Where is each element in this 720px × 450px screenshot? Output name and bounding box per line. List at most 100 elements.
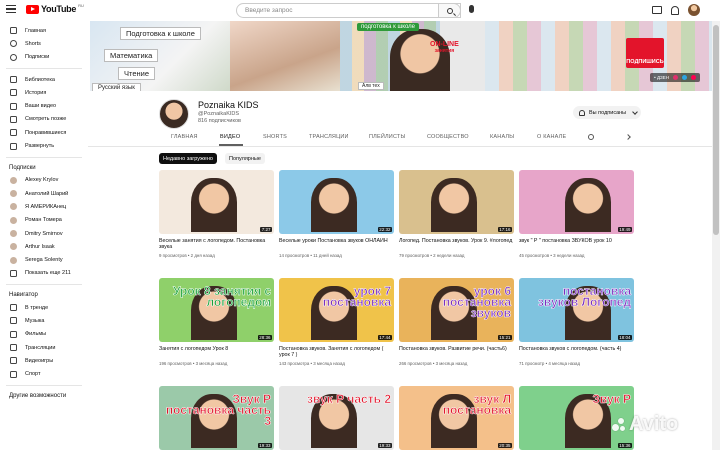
banner-links[interactable]: • ДЗЕН (650, 73, 700, 82)
search-button[interactable] (438, 3, 461, 18)
sidebar-library-2[interactable]: Ваши видео (0, 99, 88, 112)
banner-portrait (390, 29, 450, 91)
notifications-icon[interactable] (671, 5, 679, 15)
sidebar-nav-2[interactable]: Фильмы (0, 328, 88, 341)
sidebar-subscription-label: Я АМЕРИКАнец (25, 203, 67, 210)
video-card[interactable]: Урок 8 занятия с логопедом 28:36 Занятия с… (159, 278, 274, 366)
sidebar-nav-4[interactable]: Видеоигры (0, 354, 88, 367)
avito-text: Avito (629, 413, 679, 435)
video-thumbnail[interactable]: 17:16 (399, 170, 514, 234)
tab-1[interactable]: ВИДЕО (220, 134, 240, 140)
video-card[interactable]: 22:32 Веселые уроки Постановка звуков ОНЛ… (279, 170, 394, 258)
video-duration: 19:49 (617, 227, 632, 232)
tab-5[interactable]: СООБЩЕСТВО (427, 134, 469, 140)
sidebar-library-3-label: Смотреть позже (25, 116, 67, 123)
sidebar-subscription[interactable]: Dmitry Smirnov (0, 227, 88, 240)
account-avatar[interactable] (688, 4, 700, 16)
youtube-logo[interactable]: YouTube RU (26, 3, 84, 14)
channel-search-icon[interactable] (588, 134, 594, 140)
sidebar-library-0[interactable]: Библиотека (0, 73, 88, 86)
sidebar-nav-0-label: В тренде (25, 304, 49, 311)
sidebar-nav-0[interactable]: В тренде (0, 301, 88, 314)
video-thumbnail[interactable]: 7:27 (159, 170, 274, 234)
sidebar-subscription[interactable]: Serega Solenty (0, 253, 88, 266)
chip-popular[interactable]: Популярные (225, 153, 265, 164)
video-thumbnail[interactable]: звук Р часть 2 19:33 (279, 386, 394, 450)
tab-7[interactable]: О КАНАЛЕ (537, 134, 566, 140)
sidebar-subscription-label: Arthur Isaak (25, 243, 55, 250)
video-title[interactable]: Постановка звуков с логопедом. (часть 4) (519, 346, 634, 359)
chip-recent[interactable]: Недавно загружено (159, 153, 217, 164)
sidebar-library-4[interactable]: Понравившиеся (0, 126, 88, 139)
sidebar-nav-1[interactable]: Музыка (0, 314, 88, 327)
top-bar: YouTube RU Введите запрос (0, 0, 720, 21)
video-duration: 22:32 (377, 227, 392, 232)
video-title[interactable]: Логопед. Постановка звуков. Урок 9. #лог… (399, 238, 514, 251)
sidebar-nav-5[interactable]: Спорт (0, 368, 88, 381)
video-card[interactable]: урок 6 постановка звуков 15:21 Постановка … (399, 278, 514, 366)
instagram-icon[interactable] (673, 75, 678, 80)
video-card[interactable]: звук Р часть 2 19:33 (279, 386, 394, 450)
telegram-icon[interactable] (682, 75, 687, 80)
video-thumbnail[interactable]: урок 6 постановка звуков 15:21 (399, 278, 514, 342)
thumbnail-portrait (311, 177, 358, 232)
video-card[interactable]: Звук Р постановка часть 3 19:33 (159, 386, 274, 450)
video-title[interactable]: звук " Р " постановка ЗВУКОВ урок 10 (519, 238, 634, 251)
search-input[interactable]: Введите запрос (236, 3, 461, 18)
video-thumbnail[interactable]: 22:32 (279, 170, 394, 234)
create-video-icon[interactable] (652, 6, 662, 14)
subscribed-button[interactable]: Вы подписаны (573, 106, 641, 119)
sidebar-main-2[interactable]: Подписки (0, 51, 88, 64)
show-more-subscriptions-icon (10, 269, 17, 277)
sidebar-subscription[interactable]: Я АМЕРИКАнец (0, 200, 88, 213)
sidebar-library-0-label: Библиотека (25, 76, 55, 83)
video-title[interactable]: Веселые уроки Постановка звуков ОНЛАЙН (279, 238, 394, 251)
sidebar-subscription[interactable]: Анатолий Шарий (0, 187, 88, 200)
video-thumbnail[interactable]: урок 7 постановка 17:44 (279, 278, 394, 342)
video-title[interactable]: Постановка звуков. Развитие речи. (часть… (399, 346, 514, 359)
tiktok-icon[interactable] (691, 75, 696, 80)
video-title[interactable]: Веселые занятия с логопедом. Постановка … (159, 238, 274, 251)
tab-4[interactable]: ПЛЕЙЛИСТЫ (369, 134, 406, 140)
video-card[interactable]: 19:49 звук " Р " постановка ЗВУКОВ урок 1… (519, 170, 634, 258)
video-card[interactable]: урок 7 постановка 17:44 Постановка звуков.… (279, 278, 394, 366)
sidebar-main-1[interactable]: Shorts (0, 37, 88, 50)
sidebar-subscription[interactable]: Alexey Krylov (0, 174, 88, 187)
microphone-icon[interactable] (469, 5, 474, 13)
tab-3[interactable]: ТРАНСЛЯЦИИ (309, 134, 349, 140)
sidebar-subscription[interactable]: Роман Томера (0, 214, 88, 227)
show-more-subscriptions[interactable]: Показать еще 211 (0, 267, 88, 280)
sidebar-main-0[interactable]: Главная (0, 24, 88, 37)
tab-0[interactable]: ГЛАВНАЯ (171, 134, 198, 140)
bell-icon (579, 109, 585, 116)
sidebar-nav-2-icon (10, 330, 17, 338)
tab-2[interactable]: SHORTS (263, 134, 287, 140)
tab-6[interactable]: КАНАЛЫ (490, 134, 514, 140)
video-thumbnail[interactable]: звук Л постановка 20:35 (399, 386, 514, 450)
video-title[interactable]: Постановка звуков. Занятия с логопедом (… (279, 346, 394, 359)
subscriber-count: 816 подписчиков (198, 118, 241, 124)
video-duration: 15:36 (617, 443, 632, 448)
video-card[interactable]: постановка звуков Логопед 18:04 Постановка… (519, 278, 634, 366)
video-meta: 14 просмотров • 11 дней назад (279, 253, 342, 258)
video-thumbnail[interactable]: Урок 8 занятия с логопедом 28:36 (159, 278, 274, 342)
sidebar-nav-3[interactable]: Трансляции (0, 341, 88, 354)
sidebar-library-3[interactable]: Смотреть позже (0, 113, 88, 126)
page-scrollbar[interactable] (712, 21, 720, 450)
sidebar-library-5[interactable]: Развернуть (0, 139, 88, 152)
video-title[interactable]: Занятия с логопедом Урок 8 (159, 346, 274, 359)
video-card[interactable]: звук Л постановка 20:35 (399, 386, 514, 450)
channel-avatar[interactable] (159, 99, 189, 129)
video-thumbnail[interactable]: Звук Р постановка часть 3 19:33 (159, 386, 274, 450)
sidebar-library-1[interactable]: История (0, 86, 88, 99)
video-card[interactable]: 7:27 Веселые занятия с логопедом. Постано… (159, 170, 274, 258)
video-thumbnail[interactable]: постановка звуков Логопед 18:04 (519, 278, 634, 342)
banner-sign-russian: Русский язык (92, 83, 141, 91)
video-card[interactable]: 17:16 Логопед. Постановка звуков. Урок 9.… (399, 170, 514, 258)
scrollbar-thumb[interactable] (713, 25, 719, 235)
menu-icon[interactable] (6, 5, 16, 13)
video-thumbnail[interactable]: 19:49 (519, 170, 634, 234)
sidebar-subscription[interactable]: Arthur Isaak (0, 240, 88, 253)
banner-sign-reading: Чтение (118, 67, 156, 80)
top-right-actions (652, 4, 700, 16)
